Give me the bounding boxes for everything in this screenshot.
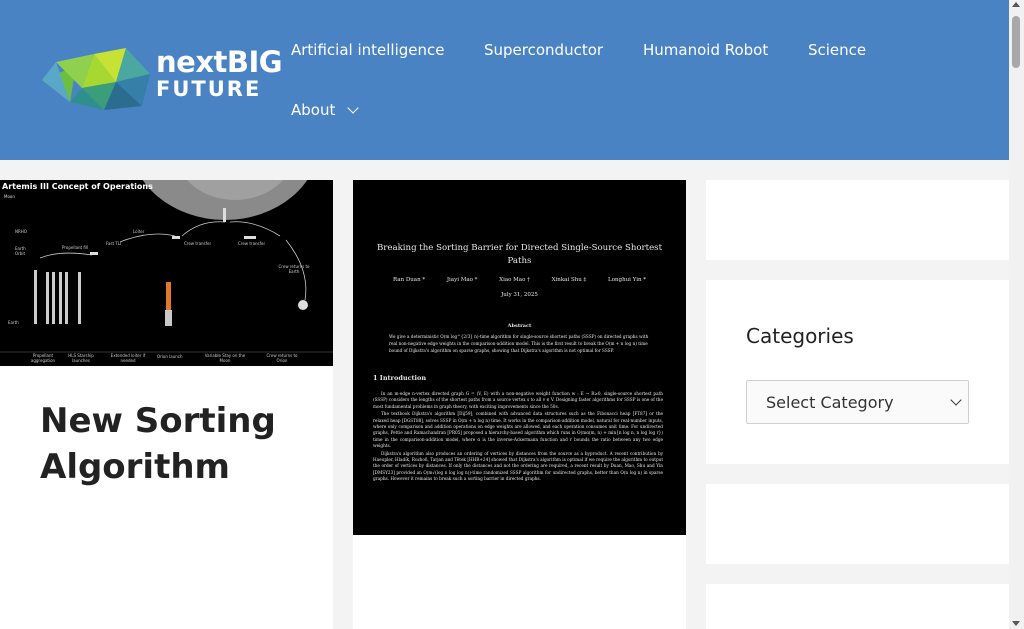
- category-select[interactable]: Select Category: [746, 380, 969, 424]
- chevron-down-icon: [347, 102, 360, 114]
- scroll-down-arrow-icon[interactable]: [1012, 621, 1020, 626]
- artemis-label: Loiter: [133, 229, 145, 234]
- artemis-title: Artemis III Concept of Operations: [2, 182, 153, 191]
- artemis-label: Earth Orbit: [15, 246, 26, 256]
- nav-science[interactable]: Science: [808, 41, 866, 59]
- post-image-paper[interactable]: Breaking the Sorting Barrier for Directe…: [353, 180, 686, 535]
- paper-abstract: We give a deterministic O(m log^{2/3} n)…: [389, 334, 649, 353]
- artemis-label: Fast TLI: [106, 241, 122, 246]
- paper-paragraph: Dijkstra's algorithm also produces an or…: [373, 450, 663, 482]
- paper-abstract-heading: Abstract: [507, 323, 532, 329]
- post-image-artemis[interactable]: Artemis III Concept of Operations Moon N…: [0, 180, 333, 366]
- paper-body: In an m-edge n-vertex directed graph G =…: [373, 391, 663, 484]
- artemis-label: Orion launch: [157, 354, 183, 359]
- nav-about[interactable]: About: [291, 101, 360, 119]
- artemis-label: HLS Starship launches: [68, 353, 94, 363]
- post-title-link[interactable]: New Sorting Algorithm: [40, 398, 320, 490]
- sidebar-widget: [706, 584, 1009, 629]
- artemis-label: Crew returns to Earth: [278, 264, 310, 274]
- paper-title: Breaking the Sorting Barrier for Directe…: [376, 243, 663, 266]
- categories-widget: Categories Select Category: [706, 280, 1009, 464]
- artemis-label: Variable Stay on the Moon: [204, 353, 246, 363]
- artemis-label: Crew returns to Orion: [266, 353, 298, 363]
- site-logo[interactable]: nextBIG FUTURE: [42, 44, 283, 116]
- category-select-value: Select Category: [766, 392, 894, 412]
- nav-humanoid-robot[interactable]: Humanoid Robot: [643, 41, 768, 59]
- nav-superconductor[interactable]: Superconductor: [484, 41, 603, 59]
- logo-wordmark: nextBIG FUTURE: [156, 45, 283, 101]
- paper-paragraph: In an m-edge n-vertex directed graph G =…: [373, 391, 663, 409]
- artemis-label: Earth: [8, 320, 19, 325]
- artemis-label-moon: Moon: [4, 194, 15, 199]
- logo-line2: FUTURE: [156, 77, 262, 101]
- logo-triangles-icon: [42, 48, 150, 110]
- post-card-middle: Breaking the Sorting Barrier for Directe…: [353, 180, 686, 629]
- categories-title: Categories: [746, 324, 854, 348]
- paper-author: Xiao Mao †: [499, 277, 530, 283]
- scrollbar-thumb[interactable]: [1012, 16, 1020, 68]
- artemis-label: Propellant fill: [62, 245, 89, 250]
- paper-author: Jiayi Mao *: [446, 277, 478, 283]
- scroll-up-arrow-icon[interactable]: [1012, 2, 1020, 7]
- artemis-label: NRHO: [15, 229, 27, 234]
- sidebar-widget: [706, 180, 1009, 260]
- artemis-label: Propellant aggregation: [30, 353, 56, 363]
- artemis-label: Crew transfer: [238, 241, 266, 246]
- nav-artificial-intelligence[interactable]: Artificial intelligence: [291, 41, 445, 59]
- paper-author: Longhui Yin *: [608, 277, 646, 283]
- nav-about-label: About: [291, 101, 336, 119]
- chevron-down-icon: [950, 394, 962, 406]
- paper-date: July 31, 2025: [501, 292, 538, 298]
- paper-authors: Ran Duan * Jiayi Mao * Xiao Mao † Xinkai…: [393, 277, 646, 283]
- paper-paragraph: The textbook Dijkstra's algorithm [Dij59…: [373, 411, 663, 449]
- artemis-label: Crew transfer: [184, 241, 212, 246]
- page-scrollbar[interactable]: [1009, 0, 1024, 629]
- paper-intro-heading: 1 Introduction: [373, 374, 427, 382]
- logo-line1: nextBIG: [156, 45, 283, 79]
- site-header: nextBIG FUTURE Artificial intelligence S…: [0, 0, 1009, 160]
- paper-author: Ran Duan *: [393, 277, 426, 283]
- artemis-label: Extended loiter if needed: [110, 353, 146, 363]
- sidebar-widget: [706, 484, 1009, 564]
- paper-author: Xinkai Shu ‡: [551, 277, 587, 283]
